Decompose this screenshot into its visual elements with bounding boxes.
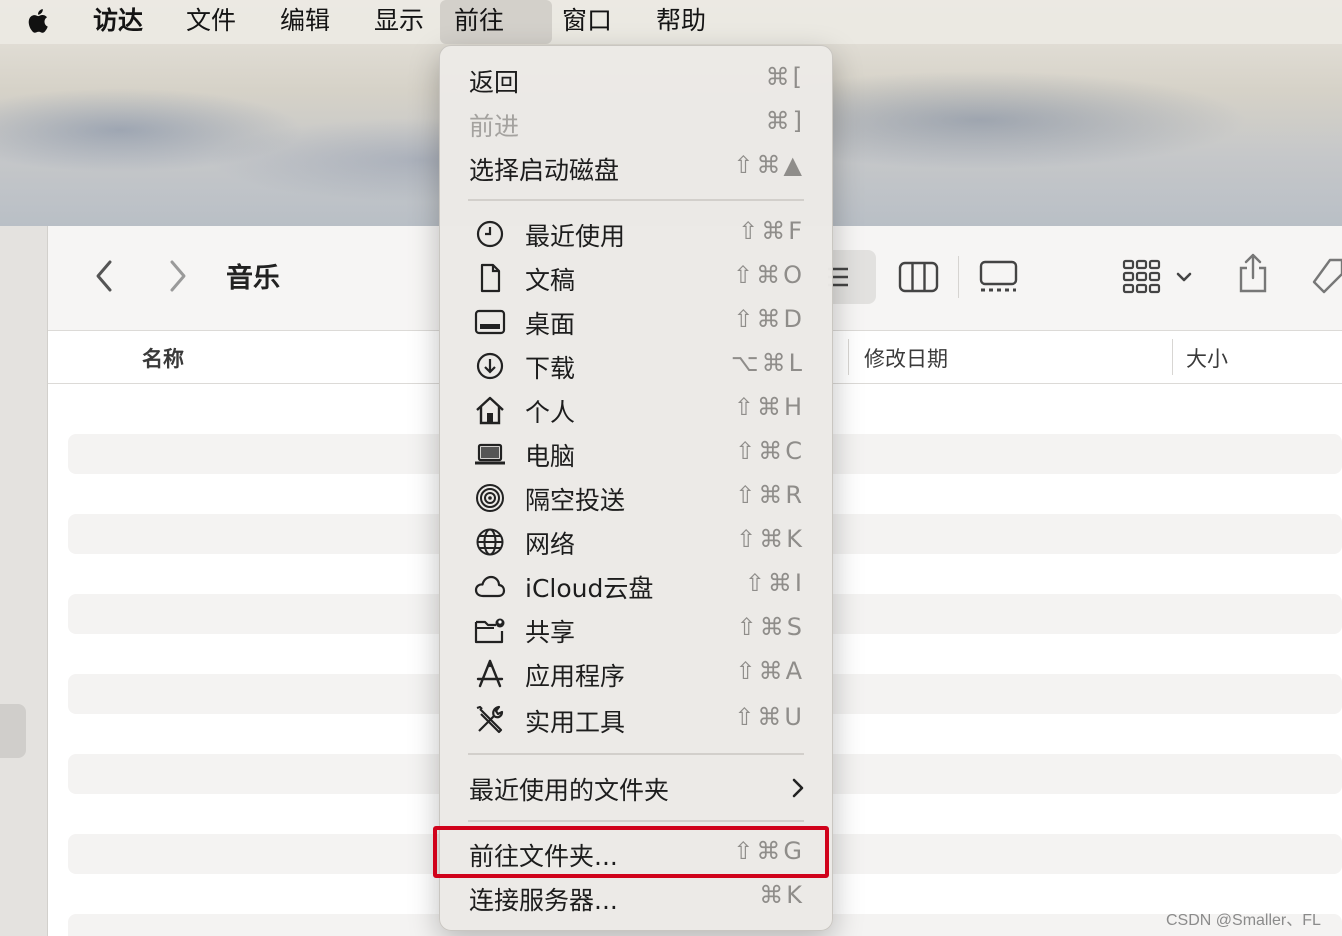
menu-help[interactable]: 帮助 xyxy=(642,0,720,44)
document-icon xyxy=(480,263,501,293)
menu-item-label: iCloud云盘 xyxy=(525,574,654,603)
menu-item-shortcut: ⇧⌘O xyxy=(733,261,805,289)
column-modified[interactable]: 修改日期 xyxy=(864,343,948,373)
menu-item-shortcut: ⇧⌘K xyxy=(736,525,805,553)
menu-item-label: 电脑 xyxy=(525,442,576,471)
menu-item-back[interactable]: 返回 ⌘[ xyxy=(440,58,832,102)
menu-file[interactable]: 文件 xyxy=(172,0,250,44)
column-name[interactable]: 名称 xyxy=(142,343,184,373)
menu-item-connect-server[interactable]: 连接服务器... ⌘K xyxy=(440,876,832,920)
globe-icon xyxy=(476,528,504,556)
menu-item-computer[interactable]: 电脑 ⇧⌘C xyxy=(440,432,832,476)
column-divider xyxy=(848,339,849,375)
menu-window[interactable]: 窗口 xyxy=(548,0,626,44)
menu-item-shortcut: ⇧⌘I xyxy=(744,569,805,597)
menu-item-shortcut: ⇧⌘S xyxy=(736,613,805,641)
menu-item-label: 前进 xyxy=(469,112,520,141)
utilities-icon xyxy=(476,705,504,734)
menu-item-forward: 前进 ⌘] xyxy=(440,102,832,146)
laptop-icon xyxy=(475,443,505,465)
shared-folder-icon xyxy=(474,618,505,644)
menu-item-label: 下载 xyxy=(525,354,576,383)
menu-item-network[interactable]: 网络 ⇧⌘K xyxy=(440,520,832,564)
column-size[interactable]: 大小 xyxy=(1186,343,1228,373)
menu-item-shortcut: ⌘[ xyxy=(765,63,805,91)
menu-item-label: 应用程序 xyxy=(525,662,626,691)
menu-item-label: 隔空投送 xyxy=(525,486,626,515)
menu-separator xyxy=(468,753,804,755)
menu-item-utilities[interactable]: 实用工具 ⇧⌘U xyxy=(440,698,832,742)
menu-item-label: 共享 xyxy=(525,618,576,647)
menu-view[interactable]: 显示 xyxy=(360,0,438,44)
menu-item-label: 实用工具 xyxy=(525,708,626,737)
menu-item-shortcut: ⇧⌘R xyxy=(735,481,805,509)
menu-item-shortcut: ⌘] xyxy=(765,107,805,135)
forward-chevron-icon[interactable] xyxy=(160,256,194,296)
menu-item-label: 文稿 xyxy=(525,266,576,295)
download-icon xyxy=(476,352,504,380)
menu-item-shortcut: ⌘K xyxy=(759,881,805,909)
menu-item-shortcut: ⌥⌘L xyxy=(730,349,805,377)
group-by-icon[interactable] xyxy=(1122,258,1196,296)
gallery-view-icon[interactable] xyxy=(978,260,1020,294)
menu-bar: 访达 文件 编辑 显示 前往 窗口 帮助 xyxy=(0,0,1342,44)
column-divider xyxy=(1172,339,1173,375)
apple-logo-icon[interactable] xyxy=(24,6,54,36)
menu-item-shortcut: ⇧⌘H xyxy=(733,393,805,421)
sidebar xyxy=(0,226,48,936)
menu-go[interactable]: 前往 xyxy=(440,0,552,44)
menu-item-label: 网络 xyxy=(525,530,576,559)
menu-item-downloads[interactable]: 下载 ⌥⌘L xyxy=(440,344,832,388)
highlight-box xyxy=(433,826,829,878)
clock-icon xyxy=(476,220,504,248)
menu-separator xyxy=(468,820,804,822)
menu-item-label: 最近使用 xyxy=(525,222,626,251)
home-icon xyxy=(476,396,504,425)
share-icon[interactable] xyxy=(1236,252,1270,294)
submenu-chevron-icon xyxy=(792,778,804,798)
menu-item-shortcut: ⇧⌘▲ xyxy=(733,151,805,179)
menu-item-label: 桌面 xyxy=(525,310,576,339)
menu-item-label: 最近使用的文件夹 xyxy=(469,776,670,805)
menu-separator xyxy=(468,199,804,201)
menu-item-shortcut: ⇧⌘C xyxy=(735,437,805,465)
menu-item-home[interactable]: 个人 ⇧⌘H xyxy=(440,388,832,432)
menu-item-label: 个人 xyxy=(525,398,576,427)
menu-item-shortcut: ⇧⌘A xyxy=(735,657,805,685)
tag-icon[interactable] xyxy=(1310,256,1342,298)
airdrop-icon xyxy=(476,484,504,512)
desktop-icon xyxy=(474,309,506,335)
toolbar-divider xyxy=(958,256,959,298)
applications-icon xyxy=(476,659,504,688)
menu-item-startup-disk[interactable]: 选择启动磁盘 ⇧⌘▲ xyxy=(440,146,832,190)
menu-item-shortcut: ⇧⌘D xyxy=(733,305,805,333)
menu-item-documents[interactable]: 文稿 ⇧⌘O xyxy=(440,256,832,300)
menu-item-icloud-drive[interactable]: iCloud云盘 ⇧⌘I xyxy=(440,564,832,608)
menu-item-desktop[interactable]: 桌面 ⇧⌘D xyxy=(440,300,832,344)
back-chevron-icon[interactable] xyxy=(88,256,122,296)
menu-item-label: 选择启动磁盘 xyxy=(469,156,620,185)
menu-item-label: 返回 xyxy=(469,68,520,97)
menu-item-applications[interactable]: 应用程序 ⇧⌘A xyxy=(440,652,832,696)
menu-finder[interactable]: 访达 xyxy=(79,0,157,44)
sidebar-selected-item[interactable] xyxy=(0,704,26,758)
menu-item-recent-folders[interactable]: 最近使用的文件夹 xyxy=(440,766,832,810)
cloud-icon xyxy=(474,575,506,598)
menu-edit[interactable]: 编辑 xyxy=(266,0,344,44)
column-view-icon[interactable] xyxy=(898,260,940,294)
watermark: CSDN @Smaller、FL xyxy=(1166,912,1321,929)
window-title: 音乐 xyxy=(226,263,280,294)
menu-item-airdrop[interactable]: 隔空投送 ⇧⌘R xyxy=(440,476,832,520)
menu-item-label: 连接服务器... xyxy=(469,886,618,915)
menu-item-shared[interactable]: 共享 ⇧⌘S xyxy=(440,608,832,652)
menu-item-shortcut: ⇧⌘U xyxy=(734,703,805,731)
menu-item-recents[interactable]: 最近使用 ⇧⌘F xyxy=(440,212,832,256)
menu-item-shortcut: ⇧⌘F xyxy=(738,217,805,245)
list-view-button[interactable] xyxy=(828,250,876,304)
go-menu-dropdown: 返回 ⌘[ 前进 ⌘] 选择启动磁盘 ⇧⌘▲ 最近使用 ⇧⌘F 文稿 ⇧⌘O 桌… xyxy=(439,45,833,931)
